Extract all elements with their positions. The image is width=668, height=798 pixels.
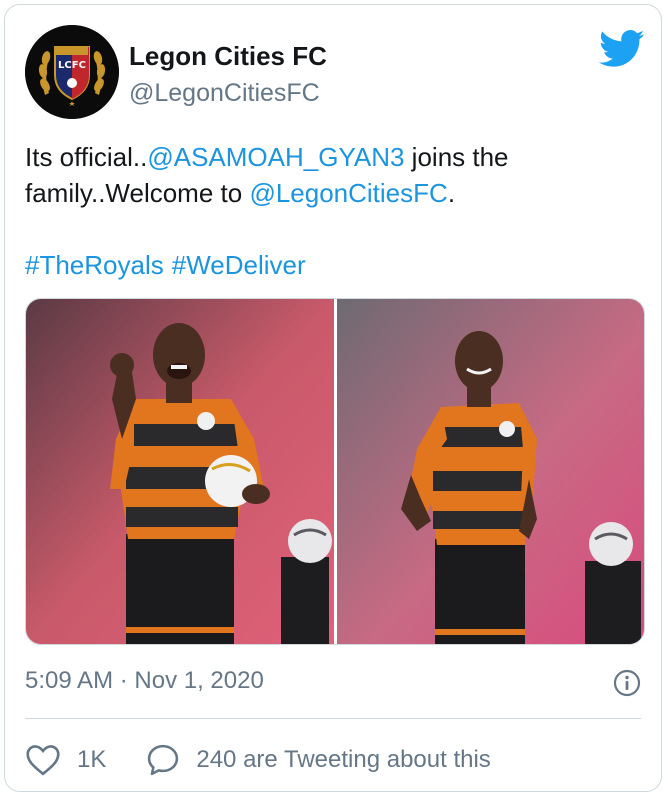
speech-bubble-icon [148, 744, 179, 776]
tweet-text: Its official..@ASAMOAH_GYAN3 joins the f… [25, 139, 645, 211]
divider [25, 718, 641, 719]
tweet-card[interactable]: LCFC Legon Cities FC @LegonCitiesFC Its … [4, 4, 662, 792]
photo-player-posing[interactable] [336, 299, 644, 644]
account-handle[interactable]: @LegonCitiesFC [129, 79, 320, 108]
photo-player-celebrating[interactable] [26, 299, 334, 644]
hashtag-the-royals[interactable]: #TheRoyals [25, 250, 164, 280]
tweet-timestamp[interactable]: 5:09 AM · Nov 1, 2020 [25, 667, 264, 695]
club-crest-icon: LCFC [25, 25, 119, 119]
text-part-1: Its official.. [25, 142, 148, 172]
hashtags: #TheRoyals #WeDeliver [25, 247, 314, 283]
mention-legon-cities[interactable]: @LegonCitiesFC [249, 178, 447, 208]
mention-asamoah-gyan[interactable]: @ASAMOAH_GYAN3 [147, 142, 404, 172]
conversation-text: 240 are Tweeting about this [196, 746, 491, 773]
conversation-button[interactable]: 240 are Tweeting about this [146, 743, 491, 777]
info-icon[interactable] [613, 669, 641, 697]
tweet-actions: 1K 240 are Tweeting about this [25, 740, 531, 780]
like-button[interactable]: 1K [25, 744, 106, 776]
heart-icon [26, 745, 60, 776]
avatar[interactable]: LCFC [25, 25, 119, 119]
text-part-3: . [447, 178, 456, 208]
media-grid[interactable] [25, 298, 645, 645]
twitter-bird-icon[interactable] [599, 29, 645, 69]
display-name[interactable]: Legon Cities FC [129, 41, 327, 72]
like-count: 1K [77, 746, 107, 773]
avatar-text: LCFC [58, 60, 86, 71]
hashtag-we-deliver[interactable]: #WeDeliver [172, 250, 306, 280]
